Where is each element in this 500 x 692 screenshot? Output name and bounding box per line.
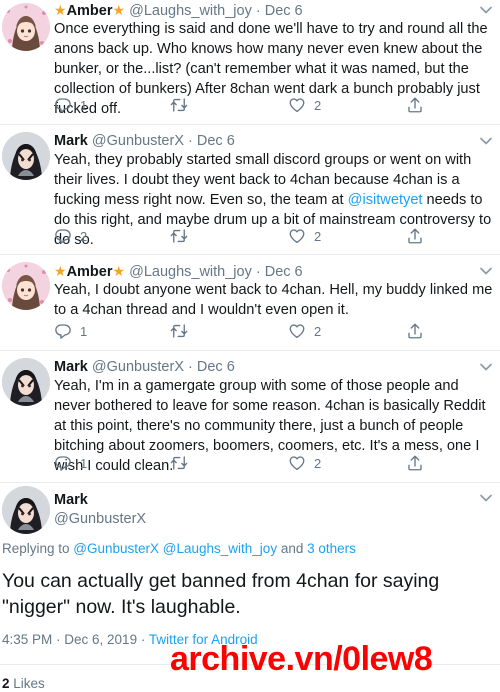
replying-prefix: Replying to xyxy=(2,541,74,556)
reply-count: 1 xyxy=(80,455,88,471)
user-handle[interactable]: @Laughs_with_joy xyxy=(129,264,252,280)
caret-down-icon[interactable] xyxy=(480,494,492,502)
reply-button[interactable]: 2 xyxy=(54,226,87,246)
caret-down-icon[interactable] xyxy=(480,6,492,14)
likes-count: 2 xyxy=(2,676,10,691)
retweet-button[interactable] xyxy=(170,95,188,115)
avatar[interactable] xyxy=(2,358,50,406)
main-tweet-name[interactable]: Mark xyxy=(54,491,88,509)
retweet-button[interactable] xyxy=(170,226,188,246)
share-button[interactable] xyxy=(406,226,424,246)
retweet-icon xyxy=(170,227,188,245)
display-name[interactable]: Mark xyxy=(54,133,88,149)
reply-button[interactable]: 1 xyxy=(54,321,87,341)
divider xyxy=(0,350,500,351)
share-icon xyxy=(406,227,424,245)
tweet-date[interactable]: · Dec 6 xyxy=(188,133,235,149)
like-icon xyxy=(288,96,306,114)
divider xyxy=(0,124,500,125)
likes-label: Likes xyxy=(9,676,45,691)
main-tweet-handle[interactable]: @GunbusterX xyxy=(54,510,146,528)
like-count: 2 xyxy=(314,323,322,339)
like-button[interactable]: 2 xyxy=(288,453,321,473)
replying-and: and xyxy=(277,541,308,556)
timestamp[interactable]: 4:35 PM · Dec 6, 2019 · xyxy=(2,632,149,647)
star-icon: ★ xyxy=(112,2,126,18)
share-button[interactable] xyxy=(406,453,424,473)
likes-summary[interactable]: 2 Likes xyxy=(2,676,45,691)
display-name[interactable]: Amber xyxy=(67,264,113,280)
tweet-actions: 1 2 xyxy=(54,95,424,115)
tweet-text: Yeah, I doubt anyone went back to 4chan.… xyxy=(54,282,493,318)
like-count: 2 xyxy=(314,455,322,471)
tweet-header: ★Amber★ @Laughs_with_joy · Dec 6 xyxy=(54,262,303,281)
tweet-actions: 1 2 xyxy=(54,453,424,473)
tweet-header: Mark @GunbusterX · Dec 6 xyxy=(54,132,235,150)
caret-down-icon[interactable] xyxy=(480,363,492,371)
user-handle[interactable]: @Laughs_with_joy xyxy=(129,3,252,19)
user-handle[interactable]: @GunbusterX xyxy=(92,359,184,375)
main-tweet-text: You can actually get banned from 4chan f… xyxy=(2,570,440,618)
reply-count: 1 xyxy=(80,323,88,339)
reply-icon xyxy=(54,322,72,340)
share-button[interactable] xyxy=(406,95,424,115)
caret-down-icon[interactable] xyxy=(480,137,492,145)
reply-icon xyxy=(54,96,72,114)
reply-count: 1 xyxy=(80,97,88,113)
avatar[interactable] xyxy=(2,262,50,310)
display-name[interactable]: Amber xyxy=(67,3,113,19)
retweet-button[interactable] xyxy=(170,453,188,473)
tweet-header: ★Amber★ @Laughs_with_joy · Dec 6 xyxy=(54,1,303,20)
retweet-icon xyxy=(170,322,188,340)
reply-icon xyxy=(54,454,72,472)
star-icon: ★ xyxy=(54,263,67,279)
share-icon xyxy=(406,454,424,472)
like-button[interactable]: 2 xyxy=(288,226,321,246)
like-button[interactable]: 2 xyxy=(288,321,321,341)
reply-count: 2 xyxy=(80,228,88,244)
share-button[interactable] xyxy=(406,321,424,341)
retweet-button[interactable] xyxy=(170,321,188,341)
tweet-date[interactable]: · Dec 6 xyxy=(188,359,235,375)
tweet-date[interactable]: · Dec 6 xyxy=(256,3,303,19)
tweet-header: Mark @GunbusterX · Dec 6 xyxy=(54,358,235,376)
mention-link[interactable]: @isitwetyet xyxy=(348,192,423,208)
like-button[interactable]: 2 xyxy=(288,95,321,115)
reply-icon xyxy=(54,227,72,245)
share-icon xyxy=(406,96,424,114)
avatar[interactable] xyxy=(2,132,50,180)
like-count: 2 xyxy=(314,97,322,113)
replying-others-link[interactable]: 3 others xyxy=(307,541,356,556)
retweet-icon xyxy=(170,96,188,114)
star-icon: ★ xyxy=(54,2,67,18)
like-count: 2 xyxy=(314,228,322,244)
user-handle[interactable]: @GunbusterX xyxy=(92,133,184,149)
caret-down-icon[interactable] xyxy=(480,267,492,275)
avatar[interactable] xyxy=(2,486,50,534)
like-icon xyxy=(288,227,306,245)
like-icon xyxy=(288,454,306,472)
star-icon: ★ xyxy=(112,263,126,279)
tweet-actions: 1 2 xyxy=(54,321,424,341)
avatar[interactable] xyxy=(2,3,50,51)
divider xyxy=(0,254,500,255)
user-handle[interactable]: @GunbusterX xyxy=(54,511,146,527)
reply-button[interactable]: 1 xyxy=(54,453,87,473)
retweet-icon xyxy=(170,454,188,472)
reply-button[interactable]: 1 xyxy=(54,95,87,115)
display-name[interactable]: Mark xyxy=(54,492,88,508)
replying-to: Replying to @GunbusterX @Laughs_with_joy… xyxy=(2,541,356,556)
tweet-actions: 2 2 xyxy=(54,226,424,246)
replying-to-users[interactable]: @GunbusterX @Laughs_with_joy xyxy=(73,541,277,556)
share-icon xyxy=(406,322,424,340)
tweet-date[interactable]: · Dec 6 xyxy=(256,264,303,280)
divider xyxy=(0,482,500,483)
archive-watermark: archive.vn/0lew8 xyxy=(170,640,433,678)
display-name[interactable]: Mark xyxy=(54,359,88,375)
like-icon xyxy=(288,322,306,340)
